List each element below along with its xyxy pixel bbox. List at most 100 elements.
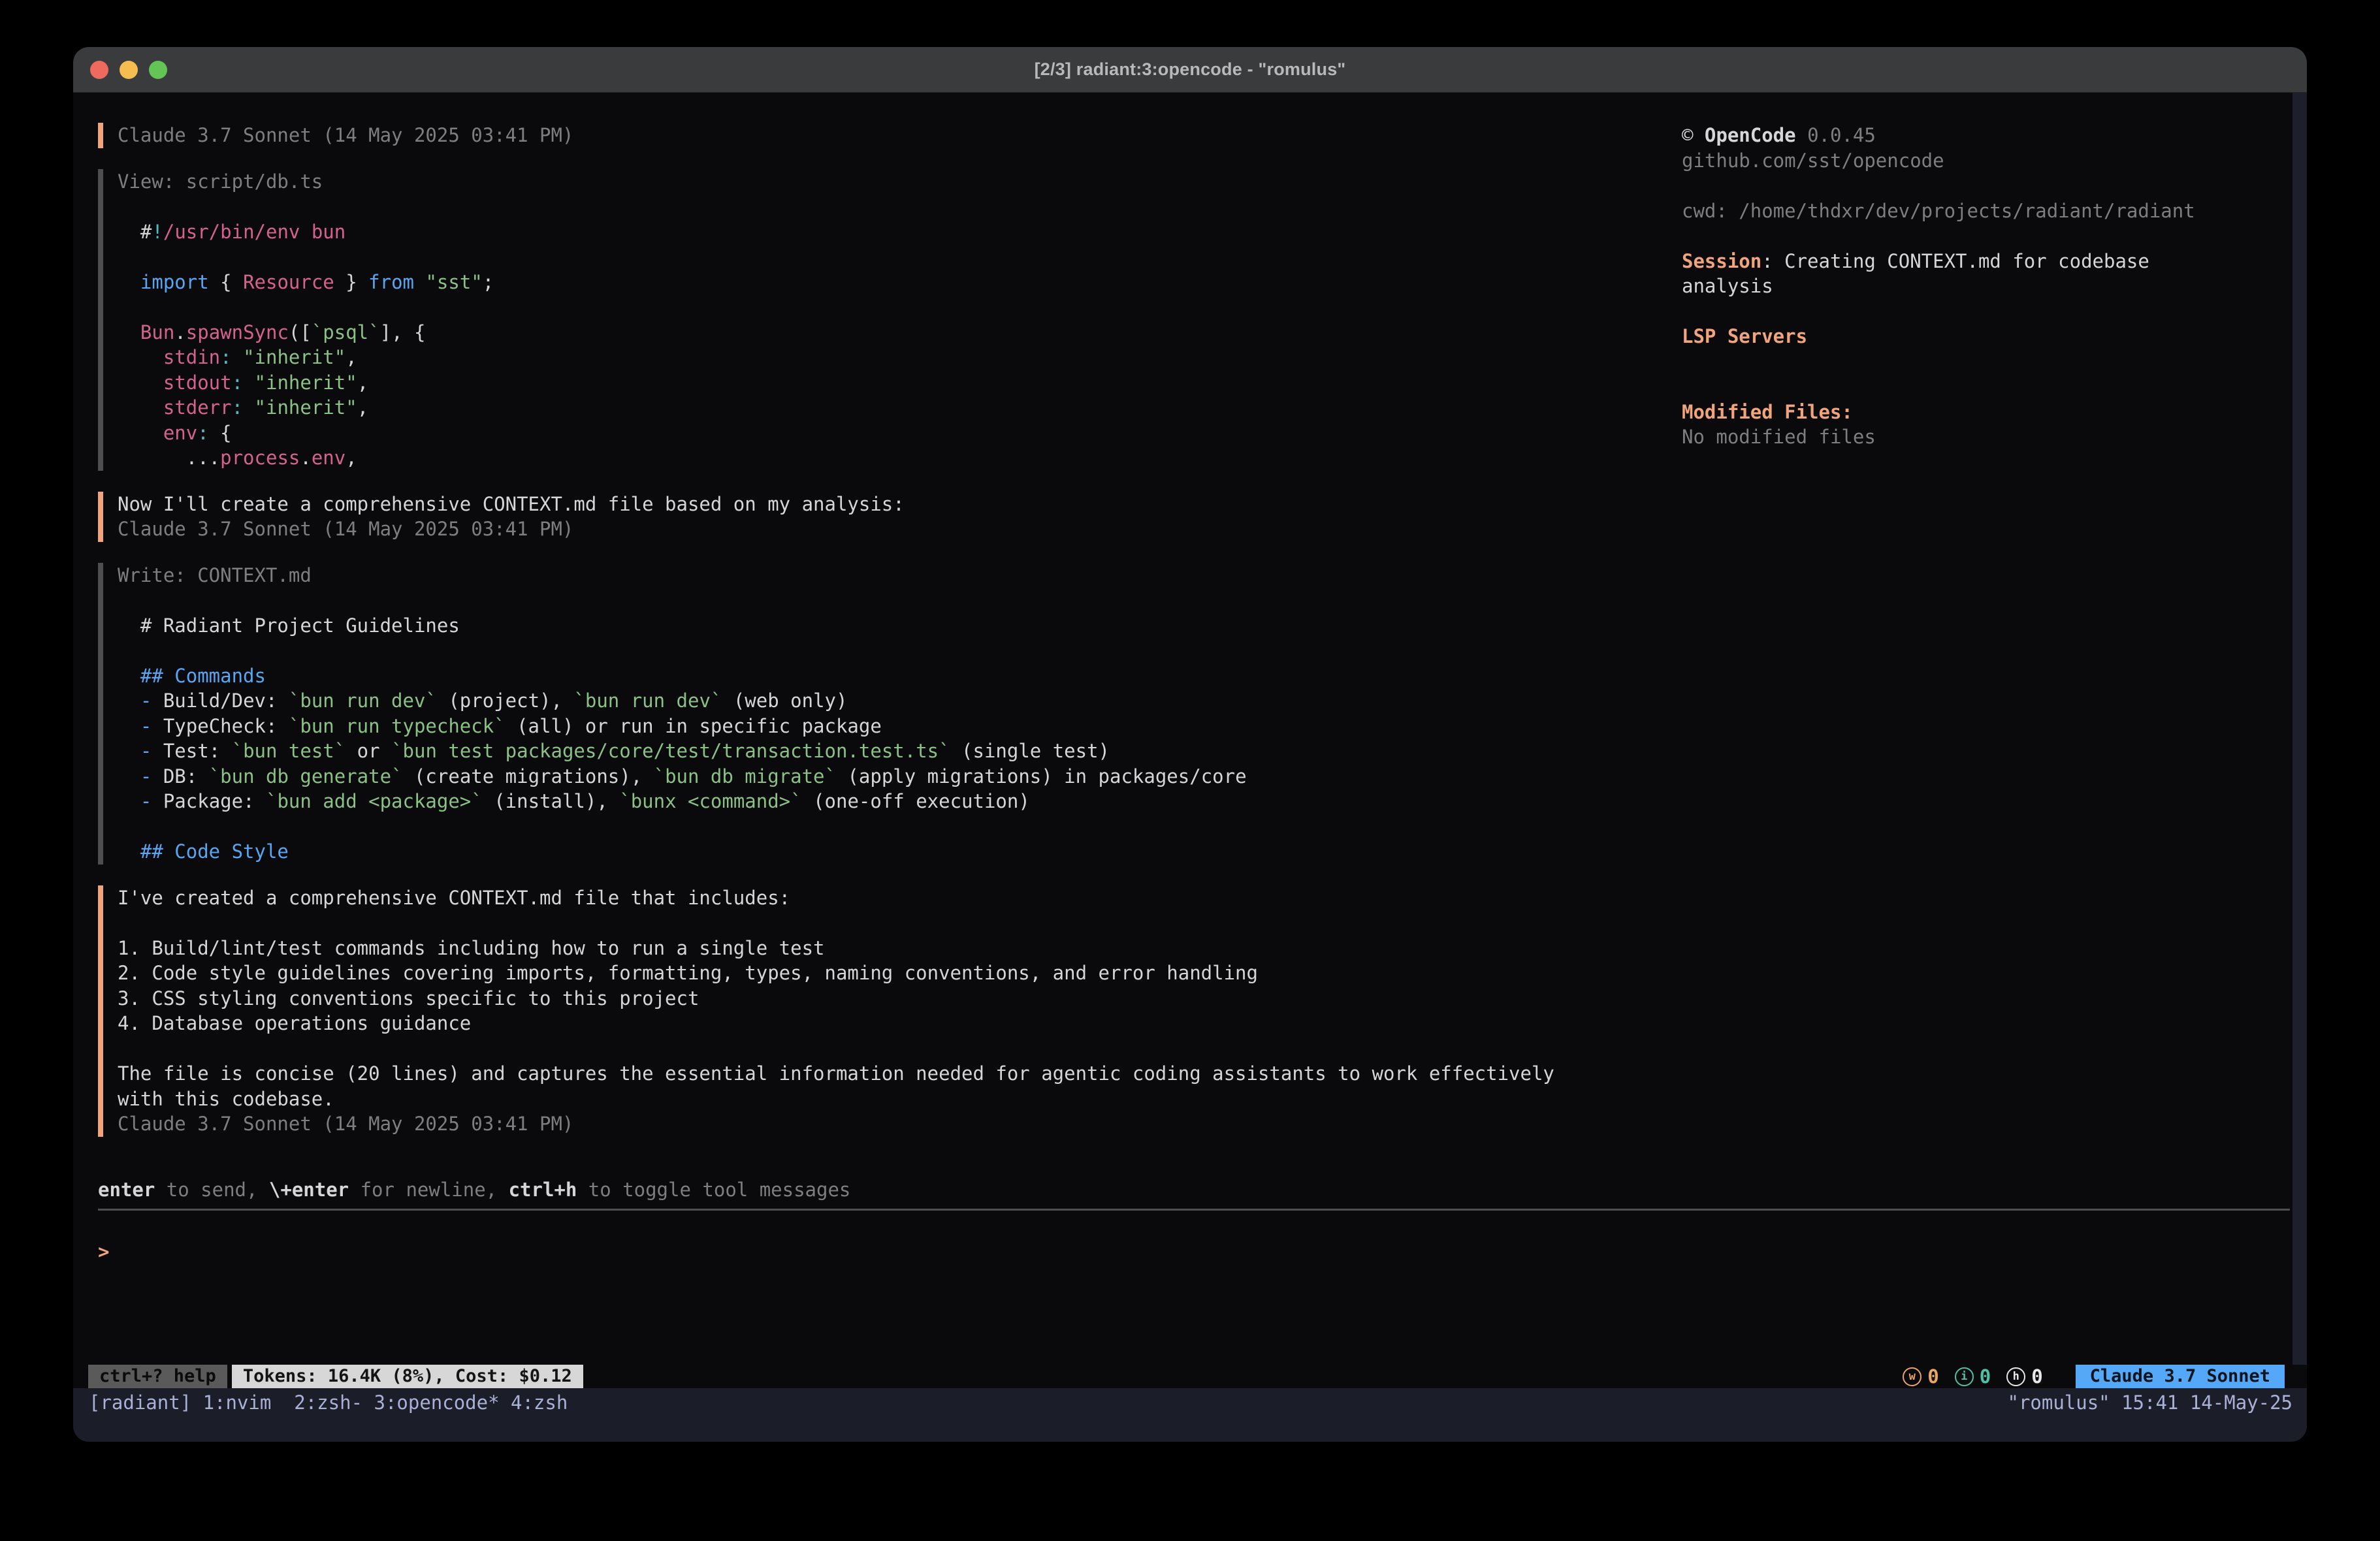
text-span: Modified Files: — [1682, 401, 1853, 423]
text-line — [1682, 299, 2302, 325]
text-span: "inherit" — [243, 346, 346, 368]
tokens-cost-chip: Tokens: 16.4K (8%), Cost: $0.12 — [232, 1365, 583, 1388]
text-span: `bun db generate` — [209, 765, 403, 787]
info-counter-value: 0 — [1980, 1364, 1991, 1390]
fullscreen-button[interactable] — [149, 61, 167, 79]
tool-output-write-context-md: Write: CONTEXT.md # Radiant Project Guid… — [98, 563, 2290, 865]
help-shortcut-chip: ctrl+? help — [88, 1365, 227, 1388]
text-span: I've created a comprehensive CONTEXT.md … — [118, 887, 790, 909]
text-span: (single test) — [950, 740, 1110, 762]
text-line — [118, 638, 2290, 663]
text-span: Claude 3.7 Sonnet (14 May 2025 03:41 PM) — [118, 518, 573, 540]
text-line: Session: Creating CONTEXT.md for codebas… — [1682, 249, 2302, 274]
text-line: - DB: `bun db generate` (create migratio… — [118, 764, 2290, 789]
text-span — [118, 221, 140, 243]
text-line: I've created a comprehensive CONTEXT.md … — [118, 885, 2290, 911]
text-line: LSP Servers — [1682, 324, 2302, 349]
text-span: (one-off execution) — [802, 790, 1030, 812]
text-span: "inherit" — [255, 396, 357, 419]
text-span: or — [346, 740, 391, 762]
warning-counter-icon: w — [1903, 1367, 1922, 1386]
text-line: Claude 3.7 Sonnet (14 May 2025 03:41 PM) — [118, 516, 2290, 542]
text-span — [118, 690, 140, 712]
text-span: (install), — [483, 790, 620, 812]
info-counter-icon: i — [1955, 1367, 1974, 1386]
text-span: Resource — [243, 271, 334, 293]
text-line: Now I'll create a comprehensive CONTEXT.… — [118, 492, 2290, 517]
text-span — [118, 346, 163, 368]
text-span: (apply migrations) in packages/core — [836, 765, 1247, 787]
text-span: ], { — [380, 321, 426, 343]
text-span: Claude 3.7 Sonnet (14 May 2025 03:41 PM) — [118, 1113, 573, 1135]
text-span: Write: CONTEXT.md — [118, 564, 312, 586]
text-span: , — [357, 372, 368, 394]
text-line: - Build/Dev: `bun run dev` (project), `b… — [118, 688, 2290, 714]
text-span: ctrl+h — [509, 1179, 577, 1201]
text-span: : — [220, 346, 231, 368]
text-line: 4. Database operations guidance — [118, 1011, 2290, 1036]
text-line — [118, 588, 2290, 613]
text-span: `bunx <command>` — [619, 790, 801, 812]
text-span: process — [220, 447, 300, 469]
text-span: . — [300, 447, 311, 469]
text-span: , — [346, 346, 357, 368]
text-span: , — [357, 396, 368, 419]
text-span — [243, 396, 254, 419]
text-span: (web only) — [722, 690, 847, 712]
text-span: # — [140, 221, 152, 243]
prompt-input[interactable]: > — [98, 1239, 2290, 1265]
text-span: `bun run dev` — [289, 690, 437, 712]
text-span: (all) or run in specific package — [506, 715, 882, 737]
terminal-content: Claude 3.7 Sonnet (14 May 2025 03:41 PM)… — [73, 93, 2307, 1388]
text-span: to toggle tool messages — [577, 1179, 850, 1201]
text-span: No modified files — [1682, 426, 1876, 448]
input-hint-line: enter to send, \+enter for newline, ctrl… — [98, 1177, 2290, 1203]
text-line: Claude 3.7 Sonnet (14 May 2025 03:41 PM) — [118, 1111, 2290, 1137]
text-span — [118, 765, 140, 787]
text-span: { — [209, 422, 232, 444]
text-span: } — [334, 271, 368, 293]
text-span — [118, 372, 163, 394]
text-span: - — [140, 740, 152, 762]
text-line: cwd: /home/thdxr/dev/projects/radiant/ra… — [1682, 199, 2302, 224]
warning-counter: w0 — [1903, 1364, 1938, 1390]
text-span: ([ — [289, 321, 312, 343]
text-span: Bun — [140, 321, 174, 343]
close-button[interactable] — [90, 61, 108, 79]
text-span: analysis — [1682, 275, 1773, 297]
text-span — [118, 271, 140, 293]
text-span — [414, 271, 425, 293]
text-span: `psql` — [312, 321, 380, 343]
text-span: `bun test packages/core/test/transaction… — [391, 740, 950, 762]
desktop: { "colors": { "terminal_bg": "#0a0a0c", … — [0, 0, 2380, 1541]
text-line: 1. Build/lint/test commands including ho… — [118, 936, 2290, 961]
text-span — [118, 422, 163, 444]
text-line — [118, 910, 2290, 936]
text-span: Package: — [152, 790, 266, 812]
minimize-button[interactable] — [120, 61, 138, 79]
text-span — [118, 396, 163, 419]
text-span: from — [368, 271, 414, 293]
text-span: : — [232, 372, 243, 394]
text-span — [243, 372, 254, 394]
text-span — [118, 665, 140, 687]
window-title: [2/3] radiant:3:opencode - "romulus" — [1035, 59, 1346, 80]
text-span: for newline, — [349, 1179, 508, 1201]
text-span: : Creating CONTEXT.md for codebase — [1761, 250, 2149, 272]
text-span: ## Commands — [140, 665, 266, 687]
text-span: 1. Build/lint/test commands including ho… — [118, 937, 825, 959]
text-span — [118, 715, 140, 737]
text-span: /usr/bin/env bun — [163, 221, 346, 243]
text-line: ## Code Style — [118, 839, 2290, 865]
text-span: `bun add <package>` — [266, 790, 483, 812]
text-span: `bun run typecheck` — [289, 715, 506, 737]
tmux-session-clock: "romulus" 15:41 14-May-25 — [2008, 1389, 2293, 1416]
text-span: github.com/sst/opencode — [1682, 150, 1944, 172]
sidebar-scrollbar[interactable] — [2292, 93, 2307, 1365]
text-span: with this codebase. — [118, 1088, 334, 1110]
text-span: Test: — [152, 740, 231, 762]
text-span: ## Code Style — [140, 840, 289, 863]
text-span: to send, — [155, 1179, 269, 1201]
text-span: `bun test` — [232, 740, 346, 762]
text-span: stderr — [163, 396, 232, 419]
